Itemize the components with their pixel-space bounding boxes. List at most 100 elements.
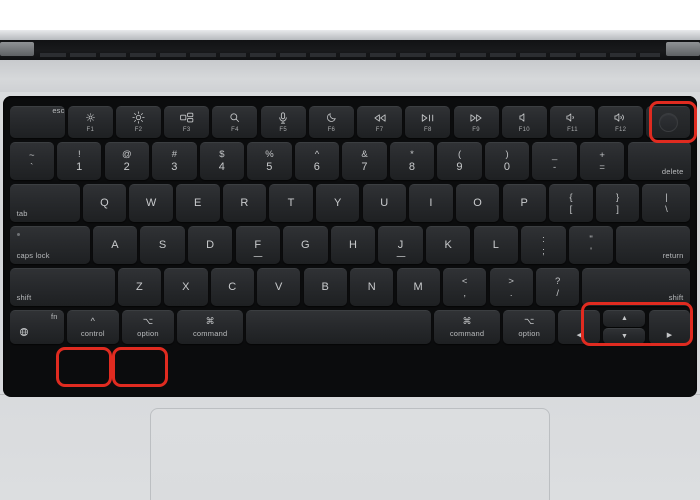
key-f2-label: F2 xyxy=(134,127,143,133)
key-return[interactable]: return xyxy=(616,226,691,264)
key-option-left[interactable]: ⌥ option xyxy=(121,310,174,344)
key-f8[interactable]: F8 xyxy=(405,106,451,138)
key-backslash[interactable]: | \ xyxy=(642,184,691,222)
key-2[interactable]: @ 2 xyxy=(104,142,149,180)
key-period[interactable]: > . xyxy=(489,268,533,306)
key-f9[interactable]: F9 xyxy=(453,106,499,138)
key-esc[interactable]: esc xyxy=(9,106,65,138)
key-0[interactable]: ) 0 xyxy=(484,142,530,180)
caps-lock-indicator-icon xyxy=(16,233,20,236)
key-f11[interactable]: F11 xyxy=(549,106,595,138)
key-quote[interactable]: " ' xyxy=(568,226,614,264)
key-j[interactable]: J xyxy=(378,226,423,264)
key-u[interactable]: U xyxy=(362,184,407,222)
key-5[interactable]: % 5 xyxy=(247,142,292,180)
key-f10-label: F10 xyxy=(518,127,530,133)
key-arrow-down[interactable]: ▼ xyxy=(603,327,646,344)
key-f[interactable]: F xyxy=(235,226,281,264)
key-1[interactable]: ! 1 xyxy=(57,142,102,180)
key-t[interactable]: T xyxy=(269,184,313,222)
key-a[interactable]: A xyxy=(92,226,138,264)
key-bracket-right[interactable]: } ] xyxy=(595,184,640,222)
arrow-key-cluster: ◀ ▲ ▼ ▶ xyxy=(558,310,691,344)
key-arrow-right[interactable]: ▶ xyxy=(648,310,691,344)
key-k[interactable]: K xyxy=(426,226,471,264)
key-f9-label: F9 xyxy=(472,127,480,133)
key-f2[interactable]: F2 xyxy=(116,106,162,138)
key-f5[interactable]: F5 xyxy=(260,106,306,138)
do-not-disturb-moon-icon xyxy=(326,112,337,123)
key-z[interactable]: Z xyxy=(117,268,162,306)
key-9[interactable]: ( 9 xyxy=(437,142,482,180)
arrow-right-icon: ▶ xyxy=(666,332,673,339)
key-y[interactable]: Y xyxy=(315,184,360,222)
key-6[interactable]: ^ 6 xyxy=(294,142,340,180)
key-g[interactable]: G xyxy=(283,226,328,264)
key-semicolon[interactable]: : ; xyxy=(521,226,566,264)
key-shift-left[interactable]: shift xyxy=(9,268,115,306)
mute-icon xyxy=(519,112,530,123)
key-fn-globe[interactable]: fn xyxy=(9,310,64,344)
key-s[interactable]: S xyxy=(140,226,185,264)
key-f12[interactable]: F12 xyxy=(598,106,644,138)
key-w[interactable]: W xyxy=(129,184,173,222)
key-v[interactable]: V xyxy=(257,268,301,306)
key-q[interactable]: Q xyxy=(82,184,127,222)
key-f7-label: F7 xyxy=(375,127,384,133)
key-l[interactable]: L xyxy=(473,226,519,264)
key-3[interactable]: # 3 xyxy=(152,142,197,180)
key-r[interactable]: R xyxy=(222,184,267,222)
key-backtick[interactable]: ~ ` xyxy=(9,142,54,180)
key-f4[interactable]: F4 xyxy=(212,106,258,138)
key-bracket-left[interactable]: { [ xyxy=(549,184,593,222)
hinge-vent-slots xyxy=(40,53,660,57)
key-x[interactable]: X xyxy=(164,268,208,306)
key-i[interactable]: I xyxy=(409,184,453,222)
key-c[interactable]: C xyxy=(210,268,254,306)
mission-control-icon xyxy=(179,112,194,123)
key-slash[interactable]: ? / xyxy=(536,268,580,306)
key-f3-label: F3 xyxy=(182,127,191,133)
key-4[interactable]: $ 4 xyxy=(199,142,245,180)
key-e[interactable]: E xyxy=(176,184,220,222)
key-shift-right[interactable]: shift xyxy=(582,268,691,306)
key-option-right[interactable]: ⌥ option xyxy=(503,310,556,344)
key-f8-label: F8 xyxy=(424,127,432,133)
key-tab[interactable]: tab xyxy=(9,184,80,222)
key-arrow-left[interactable]: ◀ xyxy=(558,310,601,344)
key-f1[interactable]: F1 xyxy=(67,106,113,138)
key-f4-label: F4 xyxy=(231,127,239,133)
key-control[interactable]: ^ control xyxy=(66,310,119,344)
key-n[interactable]: N xyxy=(350,268,394,306)
key-f7[interactable]: F7 xyxy=(357,106,403,138)
fast-forward-icon xyxy=(469,112,483,123)
key-d[interactable]: D xyxy=(188,226,233,264)
key-caps-lock[interactable]: caps lock xyxy=(9,226,90,264)
key-f3[interactable]: F3 xyxy=(164,106,210,138)
trackpad[interactable] xyxy=(150,408,550,500)
dictation-microphone-icon xyxy=(278,111,288,124)
key-equals[interactable]: + = xyxy=(579,142,625,180)
key-f6-label: F6 xyxy=(327,127,336,133)
key-delete[interactable]: delete xyxy=(627,142,691,180)
key-f6[interactable]: F6 xyxy=(308,106,354,138)
key-b[interactable]: B xyxy=(303,268,347,306)
key-spacebar[interactable] xyxy=(246,310,431,344)
key-7[interactable]: & 7 xyxy=(342,142,387,180)
key-command-left[interactable]: ⌘ command xyxy=(177,310,244,344)
key-p[interactable]: P xyxy=(502,184,546,222)
key-8[interactable]: * 8 xyxy=(389,142,435,180)
key-command-right[interactable]: ⌘ command xyxy=(434,310,501,344)
key-minus[interactable]: _ - xyxy=(532,142,577,180)
key-f10[interactable]: F10 xyxy=(501,106,547,138)
arrow-up-down-stack: ▲ ▼ xyxy=(603,310,646,344)
key-h[interactable]: H xyxy=(330,226,376,264)
touch-id-key[interactable] xyxy=(646,106,691,138)
macbook-laptop: esc F1 F2 F3 F4 F5 F6 F7 F8 F9 F10 F11 F… xyxy=(0,0,700,500)
key-m[interactable]: M xyxy=(396,268,440,306)
key-comma[interactable]: < , xyxy=(443,268,487,306)
key-arrow-up[interactable]: ▲ xyxy=(603,310,646,327)
key-o[interactable]: O xyxy=(455,184,500,222)
arrow-down-icon: ▼ xyxy=(620,332,628,340)
volume-down-icon xyxy=(566,112,578,123)
